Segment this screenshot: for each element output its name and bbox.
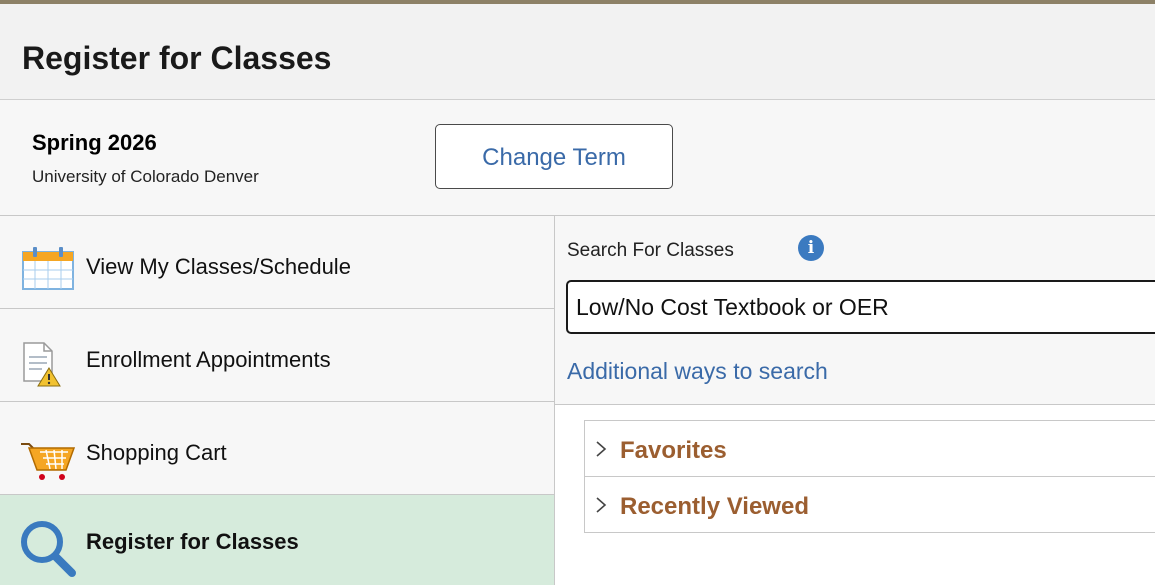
sidebar-item-label: Enrollment Appointments [86,347,331,372]
chevron-right-icon [596,441,607,457]
accordion-item-favorites[interactable]: Favorites [585,421,1155,477]
accordion-label: Favorites [620,437,727,464]
search-input[interactable] [566,280,1155,334]
accordion-label: Recently Viewed [620,493,809,520]
info-icon[interactable]: i [798,235,824,261]
sidebar-item-register-for-classes[interactable]: Register for Classes [0,495,554,585]
sidebar-item-label: Register for Classes [86,529,299,554]
sidebar-item-shopping-cart[interactable]: Shopping Cart [0,402,554,495]
search-panel: Search For Classes i Additional ways to … [555,216,1155,405]
page-title: Register for Classes [22,40,332,76]
search-label: Search For Classes [567,240,734,261]
calendar-icon [22,247,74,290]
sidebar-item-view-my-classes[interactable]: View My Classes/Schedule [0,216,554,309]
document-warning-icon [23,342,61,387]
term-name: Spring 2026 [32,130,157,155]
additional-ways-link[interactable]: Additional ways to search [567,358,828,385]
change-term-button[interactable]: Change Term [435,124,673,189]
magnifier-icon [21,521,76,577]
main-content: Search For Classes i Additional ways to … [555,216,1155,585]
accordion-item-recently-viewed[interactable]: Recently Viewed [585,477,1155,533]
shopping-cart-icon [21,443,76,480]
sidebar-item-enrollment-appointments[interactable]: Enrollment Appointments [0,309,554,402]
chevron-right-icon [596,497,607,513]
term-institution: University of Colorado Denver [32,167,259,186]
sidebar-item-label: Shopping Cart [86,440,227,465]
term-bar: Spring 2026 University of Colorado Denve… [0,100,1155,216]
accordion: Favorites Recently Viewed [584,420,1155,533]
sidebar-nav: View My Classes/Schedule Enrollment Appo… [0,216,555,585]
sidebar-item-label: View My Classes/Schedule [86,254,351,279]
page-header: Register for Classes [0,4,1155,100]
